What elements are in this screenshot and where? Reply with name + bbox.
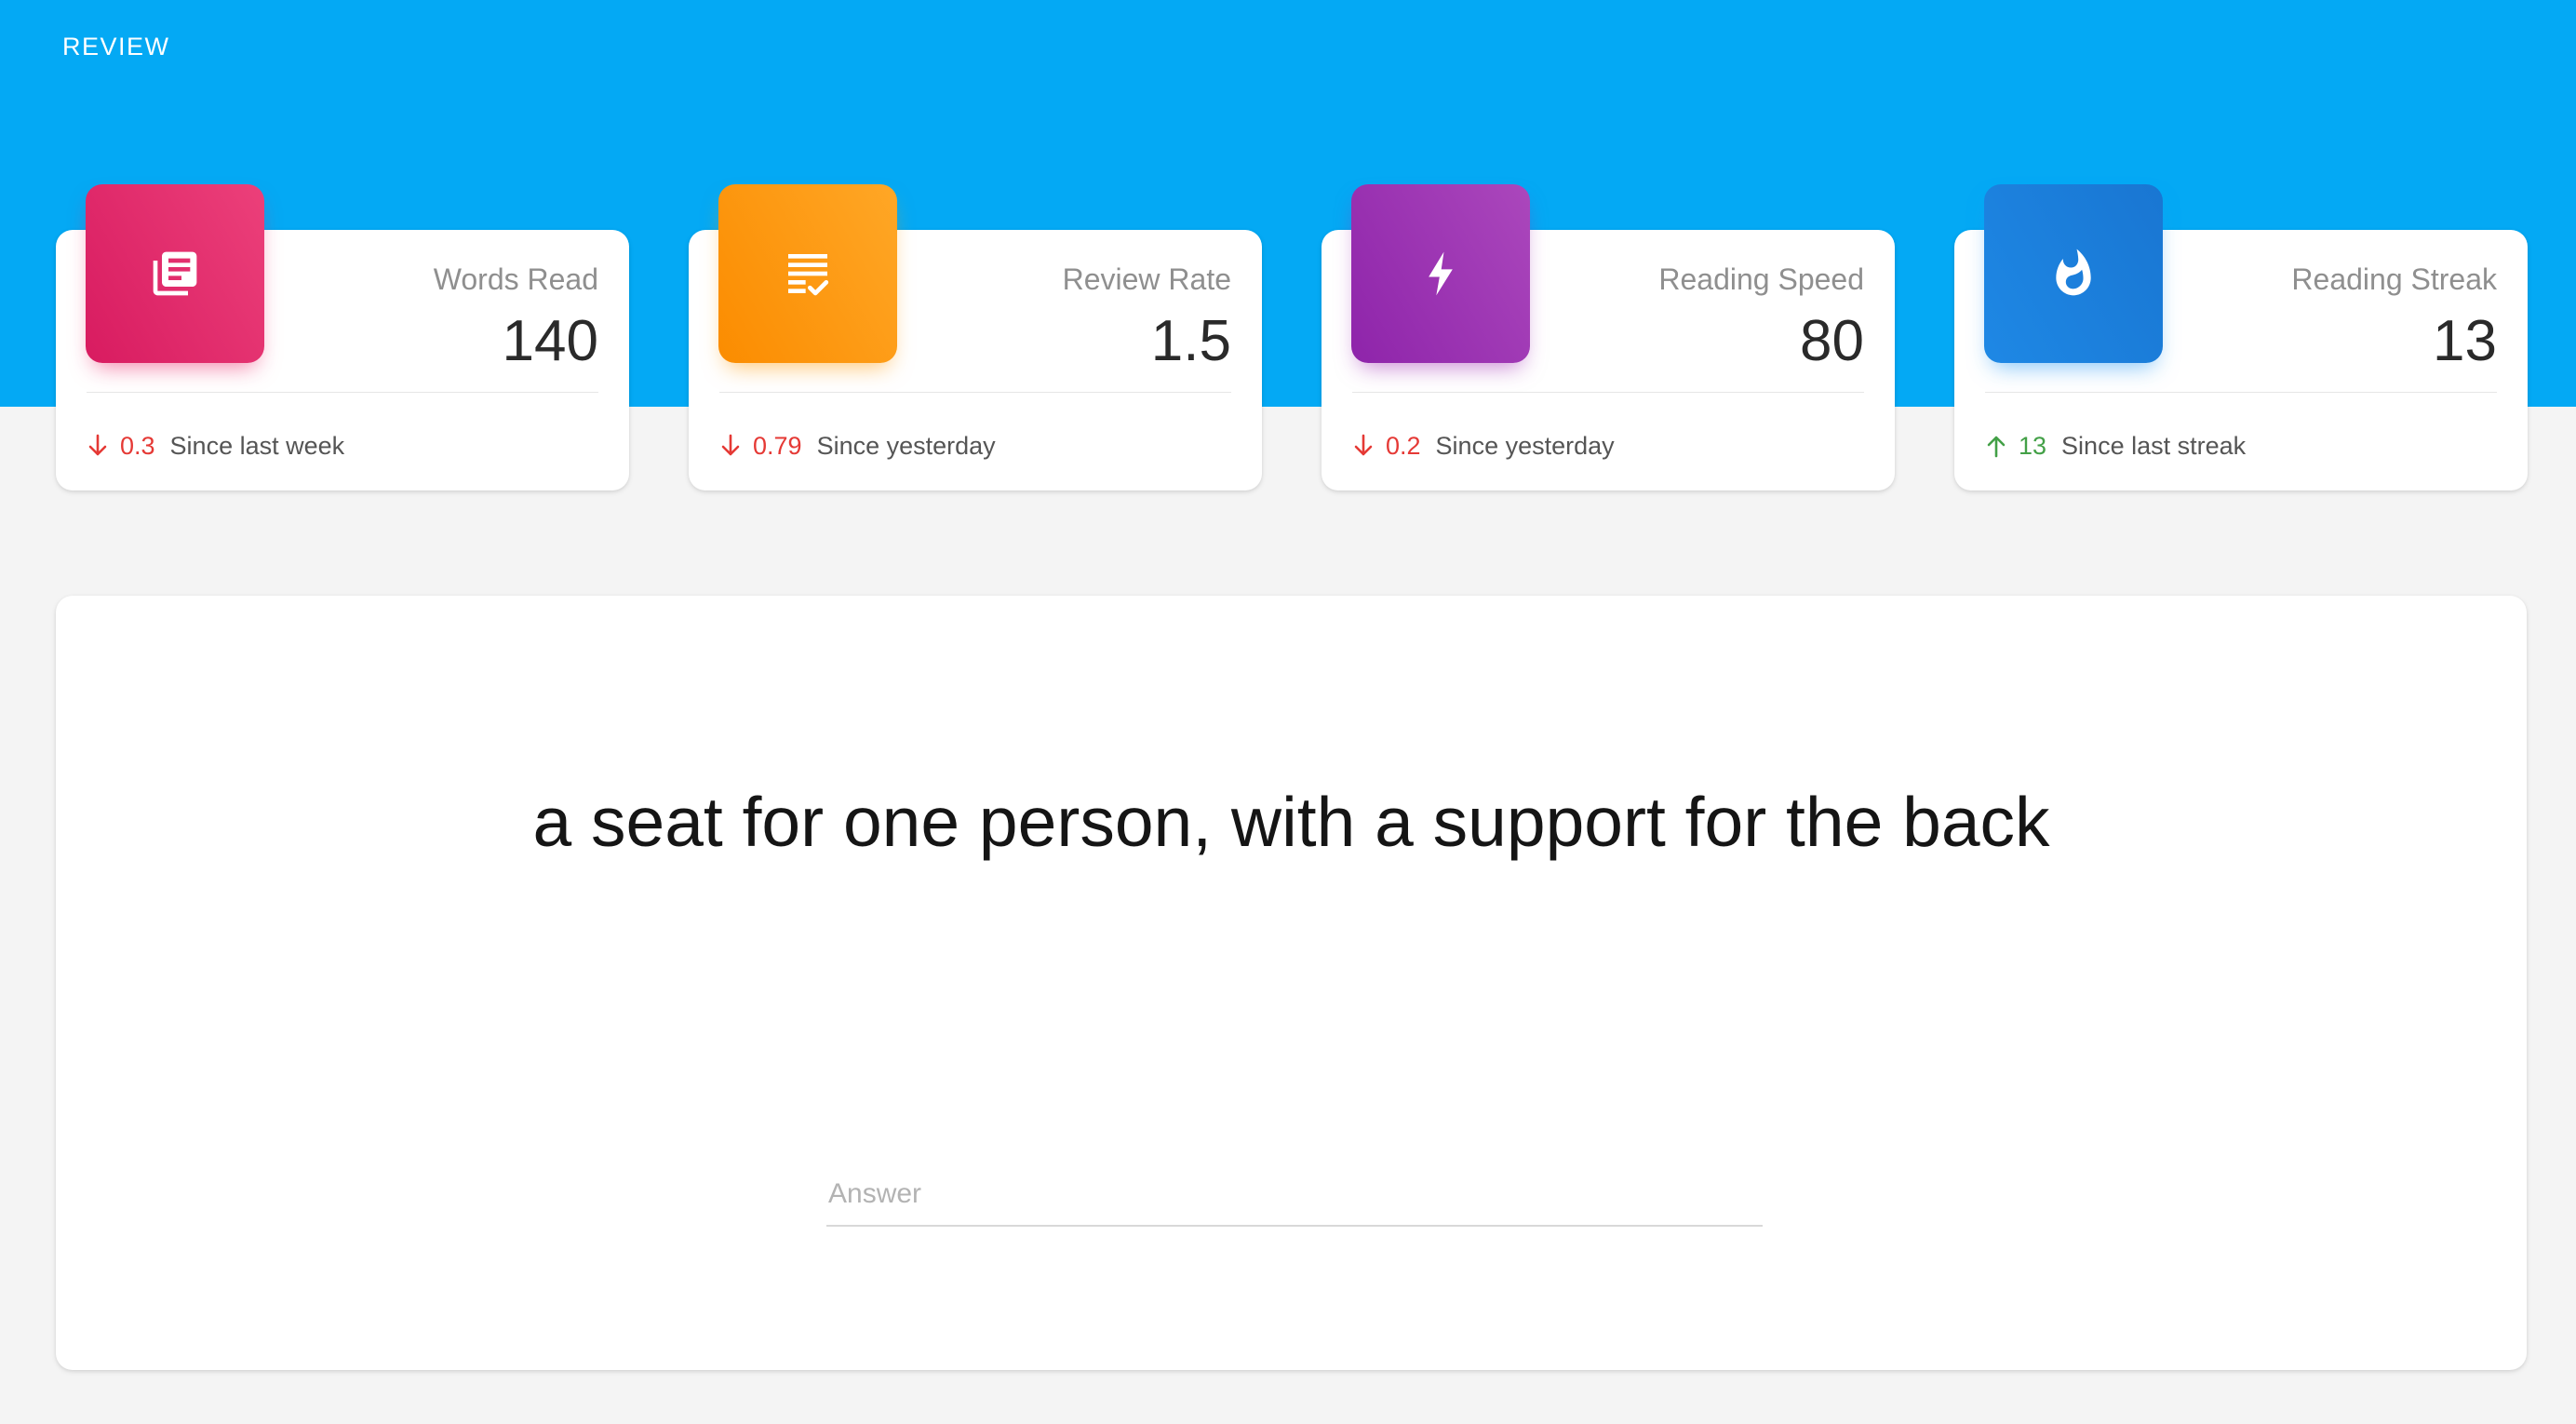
divider — [719, 392, 1231, 393]
stat-delta: 0.3 — [120, 431, 155, 460]
checklist-icon — [718, 184, 897, 363]
arrow-down-icon — [88, 434, 107, 456]
stat-card-words-read: Words Read 140 0.3 Since last week — [56, 184, 629, 490]
stat-delta-text: Since last week — [169, 431, 345, 460]
stat-label: Review Rate — [1062, 262, 1231, 296]
divider — [1985, 392, 2497, 393]
stat-footer: 13 Since last streak — [1985, 427, 2246, 464]
stat-delta: 0.2 — [1386, 431, 1421, 460]
stat-card-reading-streak: Reading Streak 13 13 Since last streak — [1954, 184, 2528, 490]
review-card: a seat for one person, with a support fo… — [56, 596, 2527, 1370]
divider — [1352, 392, 1864, 393]
stat-label: Reading Speed — [1658, 262, 1864, 296]
definition-text: a seat for one person, with a support fo… — [532, 783, 2050, 861]
stat-delta-text: Since yesterday — [1435, 431, 1615, 460]
arrow-down-icon — [721, 434, 740, 456]
arrow-down-icon — [1354, 434, 1373, 456]
lightning-icon — [1351, 184, 1530, 363]
stat-label: Reading Streak — [2291, 262, 2497, 296]
newspaper-icon — [86, 184, 264, 363]
stat-value: 1.5 — [1150, 309, 1231, 373]
stat-delta-text: Since yesterday — [816, 431, 996, 460]
flame-icon — [1984, 184, 2163, 363]
stat-footer: 0.79 Since yesterday — [719, 427, 996, 464]
stat-card-reading-speed: Reading Speed 80 0.2 Since yesterday — [1322, 184, 1895, 490]
stat-card-review-rate: Review Rate 1.5 0.79 Since yesterday — [689, 184, 1262, 490]
app-title: REVIEW — [62, 33, 170, 60]
stat-label: Words Read — [433, 262, 598, 296]
stat-footer: 0.2 Since yesterday — [1352, 427, 1615, 464]
divider — [87, 392, 598, 393]
stat-value: 13 — [2433, 309, 2497, 373]
stat-delta: 13 — [2019, 431, 2047, 460]
stat-value: 80 — [1800, 309, 1864, 373]
arrow-up-icon — [1987, 436, 2006, 458]
stat-footer: 0.3 Since last week — [87, 427, 344, 464]
stat-delta: 0.79 — [753, 431, 802, 460]
stat-value: 140 — [502, 309, 598, 373]
stat-delta-text: Since last streak — [2061, 431, 2247, 460]
answer-input[interactable] — [826, 1163, 1763, 1227]
